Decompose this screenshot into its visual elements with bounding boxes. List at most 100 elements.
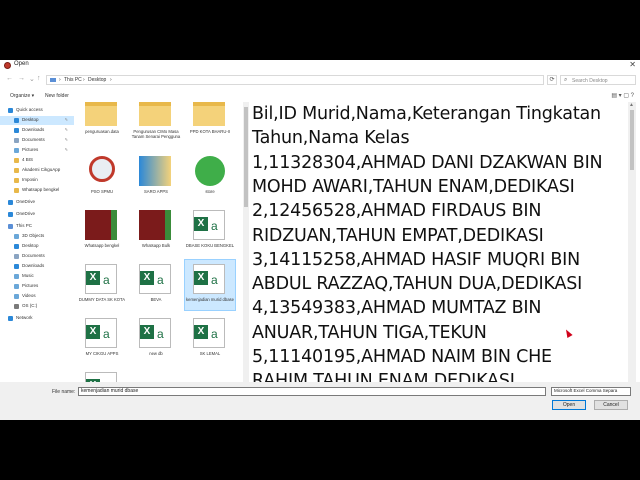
preview-scrollbar[interactable]: ▲ [628,102,636,382]
scrollbar-thumb[interactable] [244,107,248,207]
preview-text-line: RAHIM,TAHUN ENAM,DEDIKASI [252,371,515,382]
new-folder-button[interactable]: New folder [45,93,69,99]
preview-text-line: RIDZUAN,TAHUN EMPAT,DEDIKASI [252,225,544,246]
file-item[interactable]: Xa [77,368,127,382]
file-name-input[interactable]: kemenjadian murid dbase [78,387,546,396]
nav-item-3d-objects[interactable]: 3D Objects [0,232,74,241]
pin-icon: ✎ [64,117,68,122]
app-box-icon [139,210,171,240]
search-placeholder: Search Desktop [572,78,608,84]
document-icon [14,138,19,143]
cloud-icon [8,200,13,205]
preview-scrollbar-thumb[interactable] [630,110,634,170]
nav-item-downloads[interactable]: Downloads ✎ [0,126,74,135]
refresh-icon[interactable]: ⟳ [547,75,557,85]
nav-item-documents[interactable]: Documents ✎ [0,136,74,145]
nav-item-onedrive[interactable]: OneDrive [0,198,74,207]
nav-item-whatsapp-bengkel[interactable]: Whatsapp bengkel [0,186,74,195]
file-item[interactable]: Whatsapp Bulk [131,206,181,256]
file-item[interactable]: Xa MY CIKGU APPS [77,314,127,364]
file-item[interactable]: Whatsapp bengkel [77,206,127,256]
breadcrumb-desktop[interactable]: Desktop [88,77,106,83]
download-icon [14,128,19,133]
nav-item-desktop[interactable]: Desktop ✎ [0,116,74,125]
open-button[interactable]: Open [552,400,586,410]
nav-item-pictures[interactable]: Pictures ✎ [0,146,74,155]
file-item[interactable]: Xa BEVA [131,260,181,310]
excel-file-icon: Xa [193,264,225,294]
address-bar[interactable]: › This PC › Desktop › [46,75,544,85]
excel-file-icon: Xa [193,210,225,240]
file-item[interactable]: Xa kemenjadian murid dbase [184,259,236,311]
cancel-button[interactable]: Cancel [594,400,628,410]
nav-item-label: Pictures [22,147,39,152]
search-box[interactable]: ⌕ Search Desktop [560,75,636,85]
excel-file-icon: Xa [193,318,225,348]
file-name-label: File name: [52,389,76,395]
file-list-scrollbar[interactable] [243,102,249,382]
nav-item-label: Desktop [22,117,39,122]
nav-item-label: Music [22,273,34,278]
drive-icon [14,304,19,309]
close-icon[interactable]: ✕ [629,60,636,69]
excel-file-icon: Xa [139,318,171,348]
nav-item-pictures[interactable]: Pictures [0,282,74,291]
nav-item-4-bis[interactable]: 4 BIS [0,156,74,165]
pin-icon: ✎ [64,137,68,142]
file-item[interactable]: penguruasan.data [77,102,127,142]
file-name: DBASE KOKU BENGKEL [185,243,235,248]
nav-item-os-c-[interactable]: OS (C:) [0,302,74,311]
picture-icon [14,148,19,153]
nav-item-quick-access[interactable]: Quick access [0,106,74,115]
file-name: SK LEMAL [199,351,221,356]
preview-text-line: 2,12456528,AHMAD FIRDAUS BIN [252,201,542,222]
file-item[interactable]: PPD KOTA BHARU-II [185,102,235,142]
nav-item-label: Documents [22,137,45,142]
nav-item-akademi-cikguapp[interactable]: Akademi CikguApp [0,166,74,175]
nav-item-this-pc[interactable]: This PC [0,222,74,231]
nav-item-videos[interactable]: Videos [0,292,74,301]
file-item[interactable]: Xa SK LEMAL [185,314,235,364]
back-arrow-icon[interactable]: ← [6,75,13,82]
navigation-pane: Quick access Desktop ✎ Downloads ✎ Documents ✎… [0,106,75,386]
file-name: Whatsapp bengkel [84,243,120,248]
up-arrow-icon[interactable]: ↑ [37,75,41,82]
nav-item-music[interactable]: Music [0,272,74,281]
nav-item-desktop[interactable]: Desktop [0,242,74,251]
file-item[interactable]: SARO APPS [131,152,181,202]
nav-item-onedrive[interactable]: OneDrive [0,210,74,219]
file-name: DUMMY DATA SK KOTA [78,297,126,302]
search-icon: ⌕ [564,77,568,83]
file-item[interactable]: Xa new db [131,314,181,364]
folder-icon [139,102,171,126]
view-options-icon[interactable]: ▤ ▾ ▢ ? [611,92,634,99]
forward-arrow-icon[interactable]: → [18,75,25,82]
folder-icon [193,102,225,126]
file-item[interactable]: store [185,152,235,202]
dialog-footer: File name: kemenjadian murid dbase Micro… [0,382,640,420]
nav-item-downloads[interactable]: Downloads [0,262,74,271]
desktop-icon [14,118,19,123]
chevron-down-icon[interactable]: ⌄ [29,75,35,83]
file-type-select[interactable]: Microsoft Excel Comma Separa [551,387,631,396]
nav-item-network[interactable]: Network [0,314,74,323]
file-item[interactable]: Xa DBASE KOKU BENGKEL [185,206,235,256]
nav-item-label: 3D Objects [22,233,45,238]
file-item[interactable]: PSO SPMU [77,152,127,202]
nav-item-documents[interactable]: Documents [0,252,74,261]
scroll-up-icon[interactable]: ▲ [629,102,634,108]
organize-button[interactable]: Organize ▾ [10,93,34,99]
nav-item-label: Akademi CikguApp [22,167,61,172]
file-item[interactable]: Pengurusan CIMo Masa Tanam Senarai Pengg… [131,102,181,142]
file-list: penguruasan.data Pengurusan CIMo Masa Tan… [75,102,243,382]
computer-icon [8,224,13,229]
preview-text-line: 4,13549383,AHMAD MUMTAZ BIN [252,298,542,319]
breadcrumb-this-pc[interactable]: This PC [64,77,82,83]
saro-app-icon [139,156,171,186]
preview-text-line: 1,11328304,AHMAD DANI DZAKWAN BIN [252,152,603,173]
file-item[interactable]: Xa DUMMY DATA SK KOTA [77,260,127,310]
preview-text-line: ABDUL RAZZAQ,TAHUN DUA,DEDIKASI [252,274,583,295]
nav-item-label: OS (C:) [22,303,38,308]
nav-item-imposin[interactable]: Imposin [0,176,74,185]
preview-text-line: 5,11140195,AHMAD NAIM BIN CHE [252,347,552,367]
